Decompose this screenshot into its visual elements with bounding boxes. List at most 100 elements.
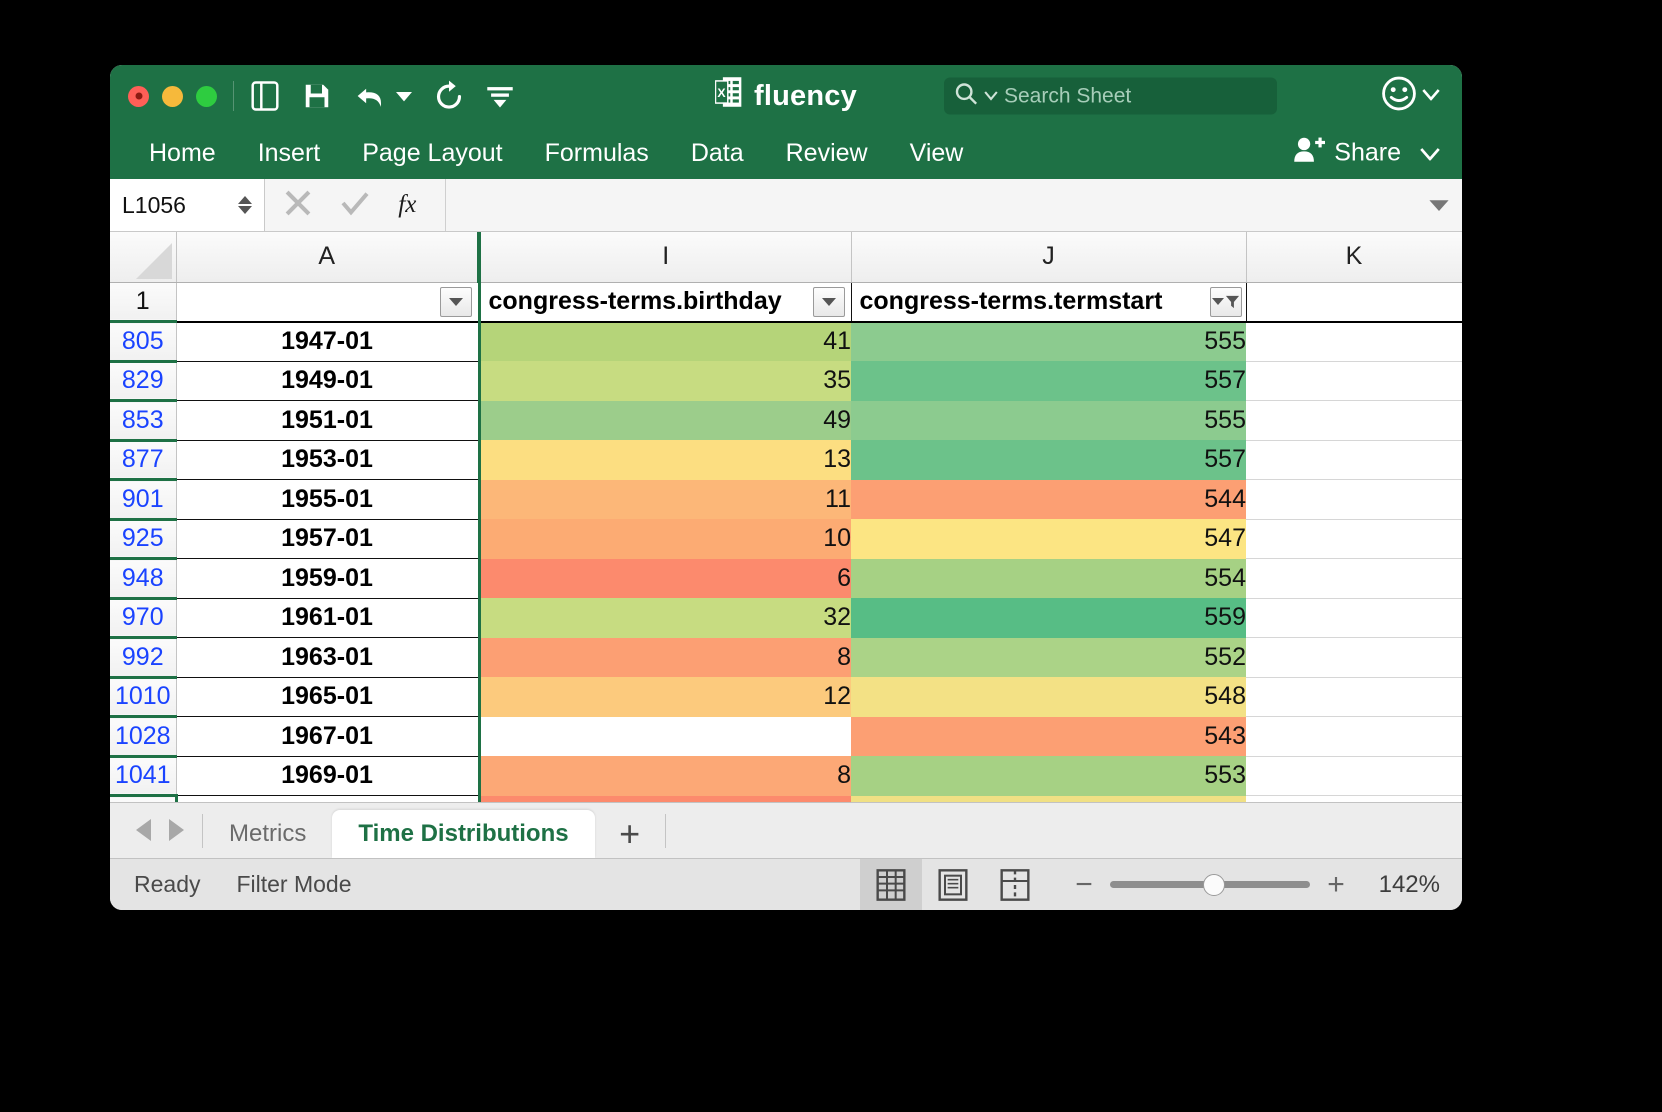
filter-button-A[interactable] bbox=[439, 286, 472, 317]
cell-K970[interactable] bbox=[1246, 598, 1462, 638]
cell-K1041[interactable] bbox=[1246, 756, 1462, 796]
cell-A1010[interactable]: 1965-01 bbox=[176, 677, 480, 717]
row-header-1[interactable]: 1 bbox=[110, 282, 177, 323]
cell-A948[interactable]: 1959-01 bbox=[176, 558, 480, 599]
cell-J1028[interactable]: 543 bbox=[851, 716, 1246, 756]
chevron-down-icon[interactable] bbox=[1420, 139, 1440, 168]
cell-A805[interactable]: 1947-01 bbox=[176, 321, 480, 362]
cell-J829[interactable]: 557 bbox=[851, 361, 1246, 401]
maximize-window-button[interactable] bbox=[196, 85, 217, 107]
table-row[interactable]: 805 1947-01 41 555 bbox=[110, 321, 1462, 363]
cell-I992[interactable]: 8 bbox=[477, 637, 851, 677]
cell-J1[interactable]: congress-terms.termstart bbox=[851, 282, 1247, 323]
cell-K1010[interactable] bbox=[1246, 677, 1462, 717]
search-dropdown-icon[interactable] bbox=[984, 87, 998, 105]
cell-I1041[interactable]: 8 bbox=[477, 756, 851, 796]
row-header-805[interactable]: 805 bbox=[110, 321, 177, 363]
zoom-slider[interactable] bbox=[1110, 873, 1310, 896]
zoom-out-button[interactable]: − bbox=[1074, 869, 1094, 900]
cell-K877[interactable] bbox=[1246, 440, 1462, 480]
cell-A901[interactable]: 1955-01 bbox=[176, 479, 480, 520]
redo-icon[interactable] bbox=[434, 80, 464, 112]
row-header-948[interactable]: 948 bbox=[110, 558, 177, 600]
filter-button-I[interactable] bbox=[812, 286, 845, 317]
cell-I829[interactable]: 35 bbox=[477, 361, 851, 401]
column-header-J[interactable]: J bbox=[851, 232, 1247, 283]
undo-icon[interactable] bbox=[354, 81, 388, 111]
arrow-right-icon[interactable] bbox=[169, 819, 184, 841]
cell-J992[interactable]: 552 bbox=[851, 637, 1246, 677]
row-header-992[interactable]: 992 bbox=[110, 637, 177, 679]
cell-I1[interactable]: congress-terms.birthday bbox=[477, 282, 852, 323]
row-header-901[interactable]: 901 bbox=[110, 479, 177, 521]
cell-K1056[interactable] bbox=[1246, 795, 1462, 802]
row-header-877[interactable]: 877 bbox=[110, 440, 177, 481]
cell-K805[interactable] bbox=[1246, 321, 1462, 362]
share-button[interactable]: Share bbox=[1293, 136, 1440, 171]
cell-A829[interactable]: 1949-01 bbox=[176, 361, 480, 401]
cell-A877[interactable]: 1953-01 bbox=[176, 440, 480, 480]
cell-J948[interactable]: 554 bbox=[851, 558, 1246, 598]
account-emoji-button[interactable] bbox=[1381, 76, 1440, 117]
table-row[interactable]: 948 1959-01 6 554 bbox=[110, 558, 1462, 600]
table-row[interactable]: 853 1951-01 49 555 bbox=[110, 400, 1462, 442]
cell-J901[interactable]: 544 bbox=[851, 479, 1246, 519]
column-header-I[interactable]: I bbox=[477, 232, 852, 283]
cell-I925[interactable]: 10 bbox=[477, 519, 851, 559]
cell-A1041[interactable]: 1969-01 bbox=[176, 756, 480, 796]
formula-expand-button[interactable] bbox=[1416, 179, 1462, 231]
cell-K948[interactable] bbox=[1246, 558, 1462, 599]
ribbon-tab-home[interactable]: Home bbox=[128, 139, 237, 168]
cell-K992[interactable] bbox=[1246, 637, 1462, 678]
zoom-in-button[interactable]: + bbox=[1326, 869, 1346, 900]
spreadsheet-grid[interactable]: A I J K 1 congress-terms.birthday congre… bbox=[110, 232, 1462, 802]
filter-button-J[interactable] bbox=[1209, 286, 1242, 317]
cell-A925[interactable]: 1957-01 bbox=[176, 519, 480, 559]
ribbon-tab-page-layout[interactable]: Page Layout bbox=[341, 139, 523, 168]
close-window-button[interactable] bbox=[128, 85, 149, 107]
cell-J925[interactable]: 547 bbox=[851, 519, 1246, 559]
minimize-window-button[interactable] bbox=[162, 85, 183, 107]
row-header-853[interactable]: 853 bbox=[110, 400, 177, 442]
zoom-slider-handle[interactable] bbox=[1203, 873, 1225, 896]
cell-I805[interactable]: 41 bbox=[477, 321, 851, 361]
cell-I970[interactable]: 32 bbox=[477, 598, 851, 638]
row-header-1028[interactable]: 1028 bbox=[110, 716, 177, 758]
stepper-up-icon[interactable] bbox=[238, 196, 252, 204]
cell-J805[interactable]: 555 bbox=[851, 321, 1246, 361]
cell-I1028[interactable] bbox=[477, 716, 851, 756]
cell-J1010[interactable]: 548 bbox=[851, 677, 1246, 717]
cell-K925[interactable] bbox=[1246, 519, 1462, 559]
cell-K853[interactable] bbox=[1246, 400, 1462, 441]
row-header-970[interactable]: 970 bbox=[110, 598, 177, 639]
table-row[interactable]: 1041 1969-01 8 553 bbox=[110, 756, 1462, 797]
cell-A1028[interactable]: 1967-01 bbox=[176, 716, 480, 757]
stepper-down-icon[interactable] bbox=[238, 206, 252, 214]
cell-K901[interactable] bbox=[1246, 479, 1462, 520]
cell-J1041[interactable]: 553 bbox=[851, 756, 1246, 796]
cell-A1056[interactable]: 1971-01 bbox=[176, 795, 480, 802]
chevron-down-icon[interactable] bbox=[1422, 87, 1440, 105]
cell-K1[interactable] bbox=[1246, 282, 1462, 323]
column-header-A[interactable]: A bbox=[176, 232, 480, 283]
cell-I877[interactable]: 13 bbox=[477, 440, 851, 480]
page-layout-view-icon[interactable] bbox=[922, 859, 984, 911]
name-box-stepper[interactable] bbox=[238, 196, 252, 214]
cell-I853[interactable]: 49 bbox=[477, 400, 851, 440]
sheet-tab-metrics[interactable]: Metrics bbox=[203, 810, 332, 858]
normal-view-icon[interactable] bbox=[860, 858, 922, 910]
arrow-left-icon[interactable] bbox=[136, 819, 151, 841]
ribbon-tab-view[interactable]: View bbox=[889, 139, 985, 168]
page-break-view-icon[interactable] bbox=[984, 859, 1046, 911]
name-box[interactable]: L1056 bbox=[110, 179, 265, 231]
cell-A853[interactable]: 1951-01 bbox=[176, 400, 480, 441]
fx-icon[interactable]: fx bbox=[397, 188, 427, 223]
cell-A970[interactable]: 1961-01 bbox=[176, 598, 480, 638]
cell-I901[interactable]: 11 bbox=[477, 479, 851, 519]
ribbon-tab-insert[interactable]: Insert bbox=[237, 139, 342, 168]
x-icon[interactable] bbox=[283, 188, 313, 223]
ribbon-tab-review[interactable]: Review bbox=[765, 139, 889, 168]
cell-J853[interactable]: 555 bbox=[851, 400, 1246, 440]
table-row[interactable]: 829 1949-01 35 557 bbox=[110, 361, 1462, 402]
cell-J1056[interactable]: 549 bbox=[851, 795, 1246, 802]
